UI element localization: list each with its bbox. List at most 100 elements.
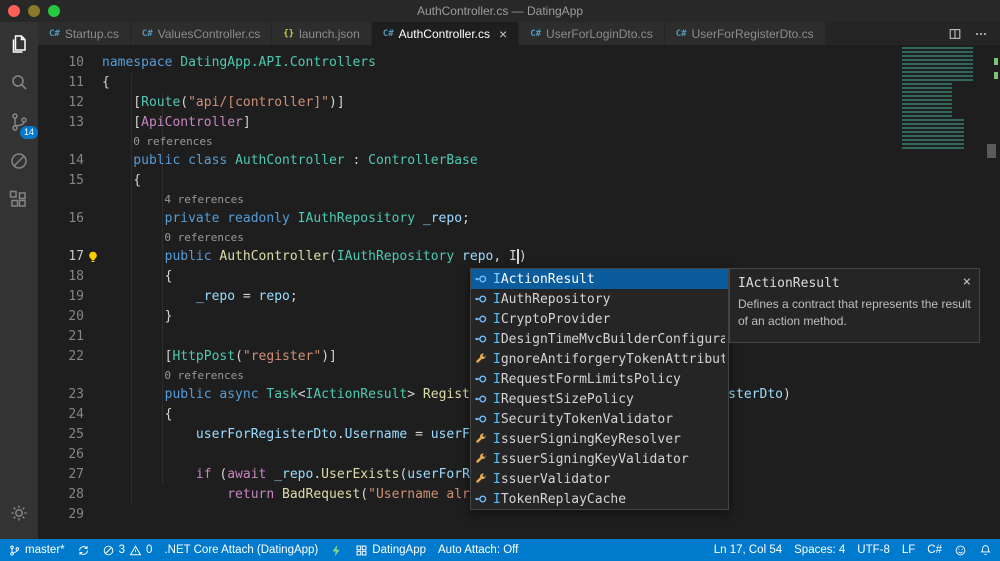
suggest-item[interactable]: IRequestSizePolicy (471, 389, 728, 409)
close-window-button[interactable] (8, 5, 20, 17)
auto-attach-status[interactable]: Auto Attach: Off (438, 539, 518, 561)
suggest-item[interactable]: IssuerValidator (471, 469, 728, 489)
suggest-item-label: IDesignTimeMvcBuilderConfiguration (493, 331, 725, 347)
symbol-interface-icon (474, 272, 488, 286)
suggest-item[interactable]: ISecurityTokenValidator (471, 409, 728, 429)
gutter-spacer (84, 367, 102, 385)
suggest-item[interactable]: IAuthRepository (471, 289, 728, 309)
codelens-row: 4 references (38, 191, 1000, 209)
line-number: 18 (68, 269, 84, 284)
symbol-interface-icon (474, 392, 488, 406)
suggest-widget: IActionResult IAuthRepository ICryptoProvi… (470, 268, 729, 510)
feedback-smiley-icon[interactable] (954, 539, 967, 561)
tab-valuescontroller-cs[interactable]: C# ValuesController.cs (130, 22, 273, 45)
suggest-item-label: ITokenReplayCache (493, 491, 627, 507)
suggest-item[interactable]: ITokenReplayCache (471, 489, 728, 509)
tab-label: ValuesController.cs (157, 26, 261, 41)
split-editor-icon[interactable] (948, 27, 962, 41)
overview-ruler-mark (994, 58, 998, 65)
symbol-wrench-icon (474, 452, 488, 466)
gutter-spacer (84, 53, 102, 73)
source-control-badge: 14 (19, 126, 38, 139)
zoom-window-button[interactable] (48, 5, 60, 17)
suggest-item[interactable]: IDesignTimeMvcBuilderConfiguration (471, 329, 728, 349)
gutter-spacer (84, 267, 102, 287)
line-number: 16 (68, 211, 84, 226)
symbol-interface-icon (474, 492, 488, 506)
suggest-item[interactable]: IActionResult (471, 269, 728, 289)
suggest-item[interactable]: ICryptoProvider (471, 309, 728, 329)
cursor-position-status[interactable]: Ln 17, Col 54 (714, 539, 782, 561)
encoding-status[interactable]: UTF-8 (857, 539, 890, 561)
more-actions-icon[interactable] (974, 27, 988, 41)
window-title: AuthController.cs — DatingApp (416, 4, 584, 18)
line-number (38, 367, 84, 385)
debug-icon[interactable] (7, 149, 31, 173)
explorer-icon[interactable] (7, 32, 31, 56)
sync-icon[interactable] (77, 539, 90, 561)
close-icon[interactable]: × (499, 27, 507, 41)
suggest-item[interactable]: IssuerSigningKeyResolver (471, 429, 728, 449)
tab-label: UserForRegisterDto.cs (691, 26, 814, 41)
code-row: 12 [Route("api/[controller]")] (38, 93, 1000, 113)
overview-ruler-mark (994, 72, 998, 79)
minimap[interactable] (902, 47, 988, 149)
csharp-file-icon: C# (530, 28, 542, 39)
notifications-bell-icon[interactable] (979, 539, 992, 561)
source-control-icon[interactable]: 14 (7, 110, 38, 139)
tab-launch-json[interactable]: {} launch.json (272, 22, 372, 45)
suggest-item-label: IgnoreAntiforgeryTokenAttribute (493, 351, 725, 367)
gutter-spacer (84, 151, 102, 171)
symbol-interface-icon (474, 372, 488, 386)
suggest-item[interactable]: IgnoreAntiforgeryTokenAttribute (471, 349, 728, 369)
language-mode-status[interactable]: C# (927, 539, 942, 561)
branch-status[interactable]: master* (8, 539, 65, 561)
gutter-spacer (84, 465, 102, 485)
scrollbar-slider[interactable] (987, 144, 996, 158)
codelens-references[interactable]: 4 references (102, 191, 243, 209)
search-icon[interactable] (7, 71, 31, 95)
code-row: 10 namespace DatingApp.API.Controllers (38, 53, 1000, 73)
eol-status[interactable]: LF (902, 539, 915, 561)
codelens-references[interactable]: 0 references (102, 367, 243, 385)
tab-startup-cs[interactable]: C# Startup.cs (38, 22, 131, 45)
line-number: 17 (68, 249, 84, 264)
minimize-window-button[interactable] (28, 5, 40, 17)
project-status[interactable]: DatingApp (355, 539, 426, 561)
code-row: 11{ (38, 73, 1000, 93)
close-icon[interactable]: × (963, 275, 971, 289)
error-icon (103, 545, 113, 555)
codelens-references[interactable]: 0 references (102, 229, 243, 247)
settings-gear-icon[interactable] (7, 501, 31, 525)
debug-config-status[interactable]: .NET Core Attach (DatingApp) (164, 539, 318, 561)
gutter-spacer (84, 287, 102, 307)
gutter-spacer (84, 485, 102, 505)
csharp-file-icon: C# (49, 28, 60, 39)
indentation-status[interactable]: Spaces: 4 (794, 539, 845, 561)
activity-bar: 14 (0, 22, 38, 539)
symbol-interface-icon (474, 332, 488, 346)
tab-label: Startup.cs (64, 26, 119, 41)
tab-label: AuthController.cs (398, 26, 491, 41)
symbol-wrench-icon (474, 472, 488, 486)
gutter-spacer (84, 405, 102, 425)
lightbulb-icon[interactable] (84, 247, 102, 267)
gutter-spacer (84, 191, 102, 209)
extensions-icon[interactable] (7, 188, 31, 212)
suggest-item[interactable]: IssuerSigningKeyValidator (471, 449, 728, 469)
tab-userforlogindto-cs[interactable]: C# UserForLoginDto.cs (519, 22, 665, 45)
codelens-references[interactable]: 0 references (102, 133, 212, 151)
zap-icon[interactable] (330, 539, 343, 561)
tab-label: UserForLoginDto.cs (546, 26, 653, 41)
branch-icon (10, 544, 20, 556)
tab-authcontroller-cs[interactable]: C# AuthController.cs × (371, 22, 520, 45)
suggest-item[interactable]: IRequestFormLimitsPolicy (471, 369, 728, 389)
problems-status[interactable]: 3 0 (102, 539, 152, 561)
csharp-file-icon: C# (141, 28, 153, 39)
codelens-row: 0 references (38, 133, 1000, 151)
line-number: 28 (68, 487, 84, 502)
tab-userforregisterdto-cs[interactable]: C# UserForRegisterDto.cs (664, 22, 826, 45)
suggest-item-label: IRequestSizePolicy (493, 391, 634, 407)
line-number: 13 (68, 115, 84, 130)
warning-icon (129, 544, 142, 555)
